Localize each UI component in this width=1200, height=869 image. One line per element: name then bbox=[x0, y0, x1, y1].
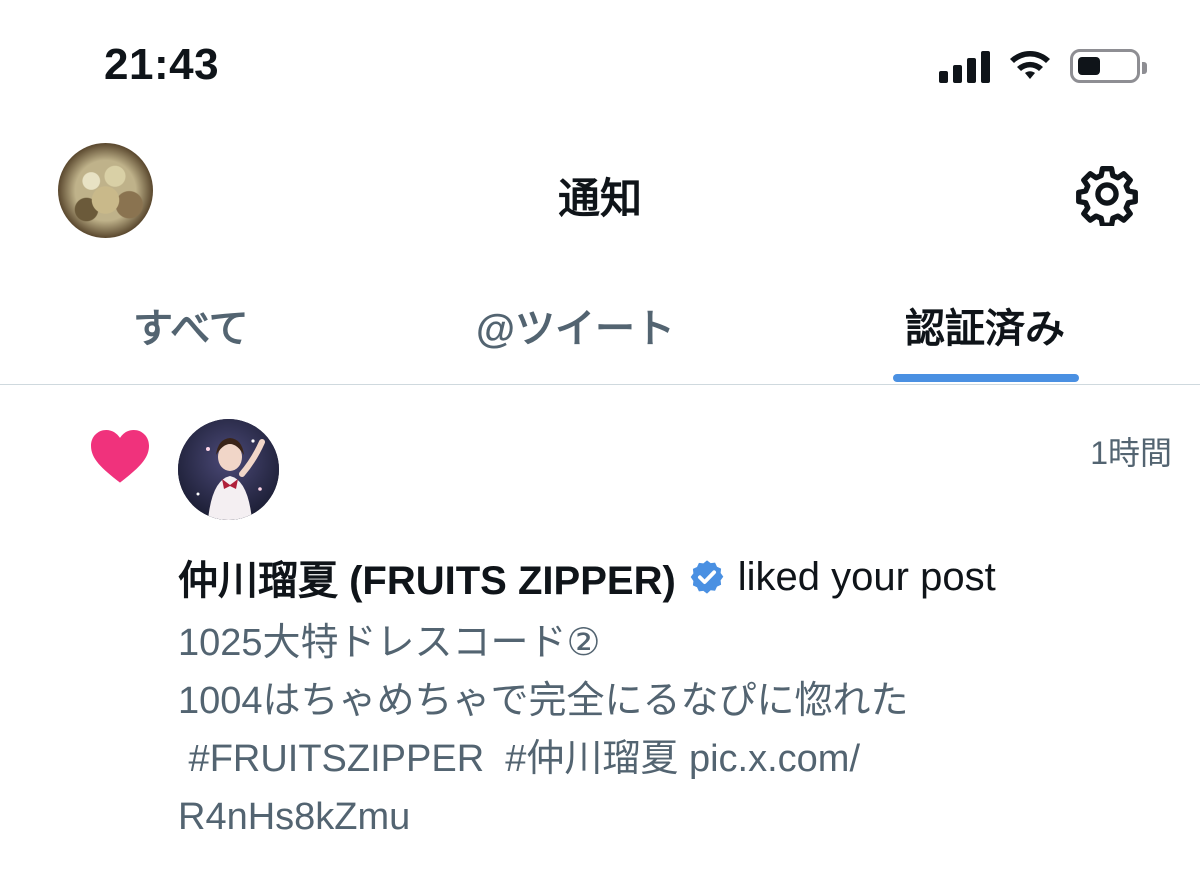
notification-action: liked your post bbox=[737, 554, 996, 599]
cellular-signal-icon bbox=[939, 49, 990, 83]
heart-icon bbox=[91, 429, 149, 483]
post-line: 1025大特ドレスコード② bbox=[178, 622, 601, 664]
notifications-screen: 21:43 通知 すべて @ツイート 認証済み 1時間 仲川瑠夏 (FRUITS… bbox=[0, 0, 1200, 869]
tab-all[interactable]: すべて bbox=[133, 296, 249, 354]
notification-timestamp: 1時間 bbox=[1090, 435, 1172, 471]
status-time: 21:43 bbox=[104, 40, 220, 89]
page-title: 通知 bbox=[557, 175, 642, 222]
post-line: R4nHs8kZmu bbox=[178, 796, 411, 838]
post-line: #FRUITSZIPPER #仲川瑠夏 pic.x.com/ bbox=[178, 738, 860, 780]
notification-headline: 仲川瑠夏 (FRUITS ZIPPER) liked your post bbox=[178, 548, 996, 606]
wifi-icon bbox=[1010, 51, 1050, 79]
tab-bar: すべて @ツイート 認証済み bbox=[0, 282, 1200, 385]
user-avatar[interactable] bbox=[178, 419, 279, 520]
active-tab-indicator bbox=[893, 374, 1079, 382]
tab-mentions[interactable]: @ツイート bbox=[476, 296, 675, 354]
post-preview[interactable]: 1025大特ドレスコード② 1004はちゃめちゃで完全にるなぴに惚れた #FRU… bbox=[178, 614, 1078, 846]
tab-verified[interactable]: 認証済み bbox=[905, 296, 1065, 354]
post-line: 1004はちゃめちゃで完全にるなぴに惚れた bbox=[178, 680, 909, 722]
battery-icon bbox=[1070, 49, 1147, 83]
status-icons bbox=[939, 46, 1147, 86]
user-name[interactable]: 仲川瑠夏 (FRUITS ZIPPER) bbox=[178, 548, 676, 606]
gear-icon[interactable] bbox=[1075, 162, 1139, 226]
verified-badge-icon bbox=[690, 560, 724, 594]
